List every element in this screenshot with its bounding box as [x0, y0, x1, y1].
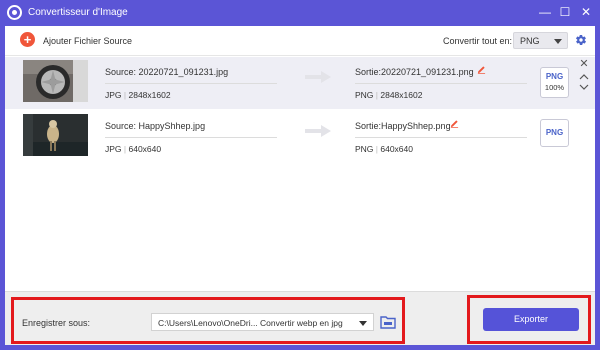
window-border-bottom — [0, 345, 600, 350]
save-to-label: Enregistrer sous: — [22, 318, 91, 328]
window-title: Convertisseur d'Image — [28, 7, 128, 18]
remove-file-icon[interactable]: ✕ — [579, 59, 589, 70]
edit-icon[interactable] — [450, 119, 459, 128]
thumbnail-image — [23, 60, 88, 102]
source-info: JPG | 2848x1602 — [105, 90, 171, 100]
folder-icon[interactable] — [380, 315, 396, 329]
gear-icon[interactable] — [575, 34, 587, 46]
convert-all-value: PNG — [520, 36, 540, 46]
output-resolution: 640x640 — [380, 144, 413, 154]
save-path-value: C:\Users\Lenovo\OneDri... Convertir webp… — [158, 318, 343, 328]
output-format: PNG — [355, 144, 374, 154]
save-path-select[interactable]: C:\Users\Lenovo\OneDri... Convertir webp… — [151, 313, 374, 331]
plus-icon[interactable]: + — [20, 32, 35, 47]
edit-icon[interactable] — [477, 65, 486, 74]
arrow-right-icon — [305, 71, 331, 83]
minimize-button[interactable]: — — [536, 3, 554, 21]
source-resolution: 2848x1602 — [128, 90, 171, 100]
add-source-file-button[interactable]: Ajouter Fichier Source — [43, 36, 132, 46]
arrow-right-icon — [305, 125, 331, 137]
source-format: JPG — [105, 90, 122, 100]
maximize-button[interactable]: ☐ — [556, 3, 574, 21]
source-filename: Source: 20220721_091231.jpg — [105, 67, 229, 77]
chevron-down-icon — [554, 39, 562, 44]
title-bar: Convertisseur d'Image — ☐ ✕ — [0, 0, 600, 26]
chevron-up-icon[interactable] — [579, 73, 589, 81]
output-format-button[interactable]: PNG — [540, 119, 569, 147]
app-logo-icon — [7, 5, 22, 20]
thumbnail-image — [23, 114, 88, 156]
close-button[interactable]: ✕ — [577, 3, 595, 21]
chevron-down-icon[interactable] — [579, 83, 589, 91]
divider — [105, 83, 277, 84]
source-filename: Source: HappyShhep.jpg — [105, 121, 206, 131]
file-row[interactable]: Source: HappyShhep.jpg JPG | 640x640 Sor… — [5, 111, 595, 163]
export-button[interactable]: Exporter — [483, 308, 579, 331]
source-resolution: 640x640 — [128, 144, 162, 154]
source-info: JPG | 640x640 — [105, 144, 162, 154]
output-info: PNG | 640x640 — [355, 144, 413, 154]
toolbar: + Ajouter Fichier Source Convertir tout … — [5, 26, 595, 56]
bottom-bar: Enregistrer sous: C:\Users\Lenovo\OneDri… — [5, 291, 595, 345]
output-filename: Sortie:20220721_091231.png — [355, 67, 474, 77]
file-list: Source: 20220721_091231.jpg JPG | 2848x1… — [5, 57, 595, 290]
divider — [355, 137, 527, 138]
output-format: PNG — [355, 90, 374, 100]
output-resolution: 2848x1602 — [380, 90, 423, 100]
divider — [105, 137, 277, 138]
target-format: PNG — [545, 128, 564, 137]
divider — [355, 83, 527, 84]
output-filename: Sortie:HappyShhep.png — [355, 121, 451, 131]
quality-value: 100% — [544, 83, 565, 92]
target-format: PNG — [545, 72, 564, 81]
chevron-down-icon — [359, 321, 367, 326]
file-row[interactable]: Source: 20220721_091231.jpg JPG | 2848x1… — [5, 57, 595, 109]
convert-all-select[interactable]: PNG — [513, 32, 568, 49]
output-info: PNG | 2848x1602 — [355, 90, 423, 100]
window-border-right — [595, 26, 600, 350]
convert-all-label: Convertir tout en: — [443, 36, 513, 46]
output-format-button[interactable]: PNG 100% — [540, 67, 569, 98]
source-format: JPG — [105, 144, 122, 154]
